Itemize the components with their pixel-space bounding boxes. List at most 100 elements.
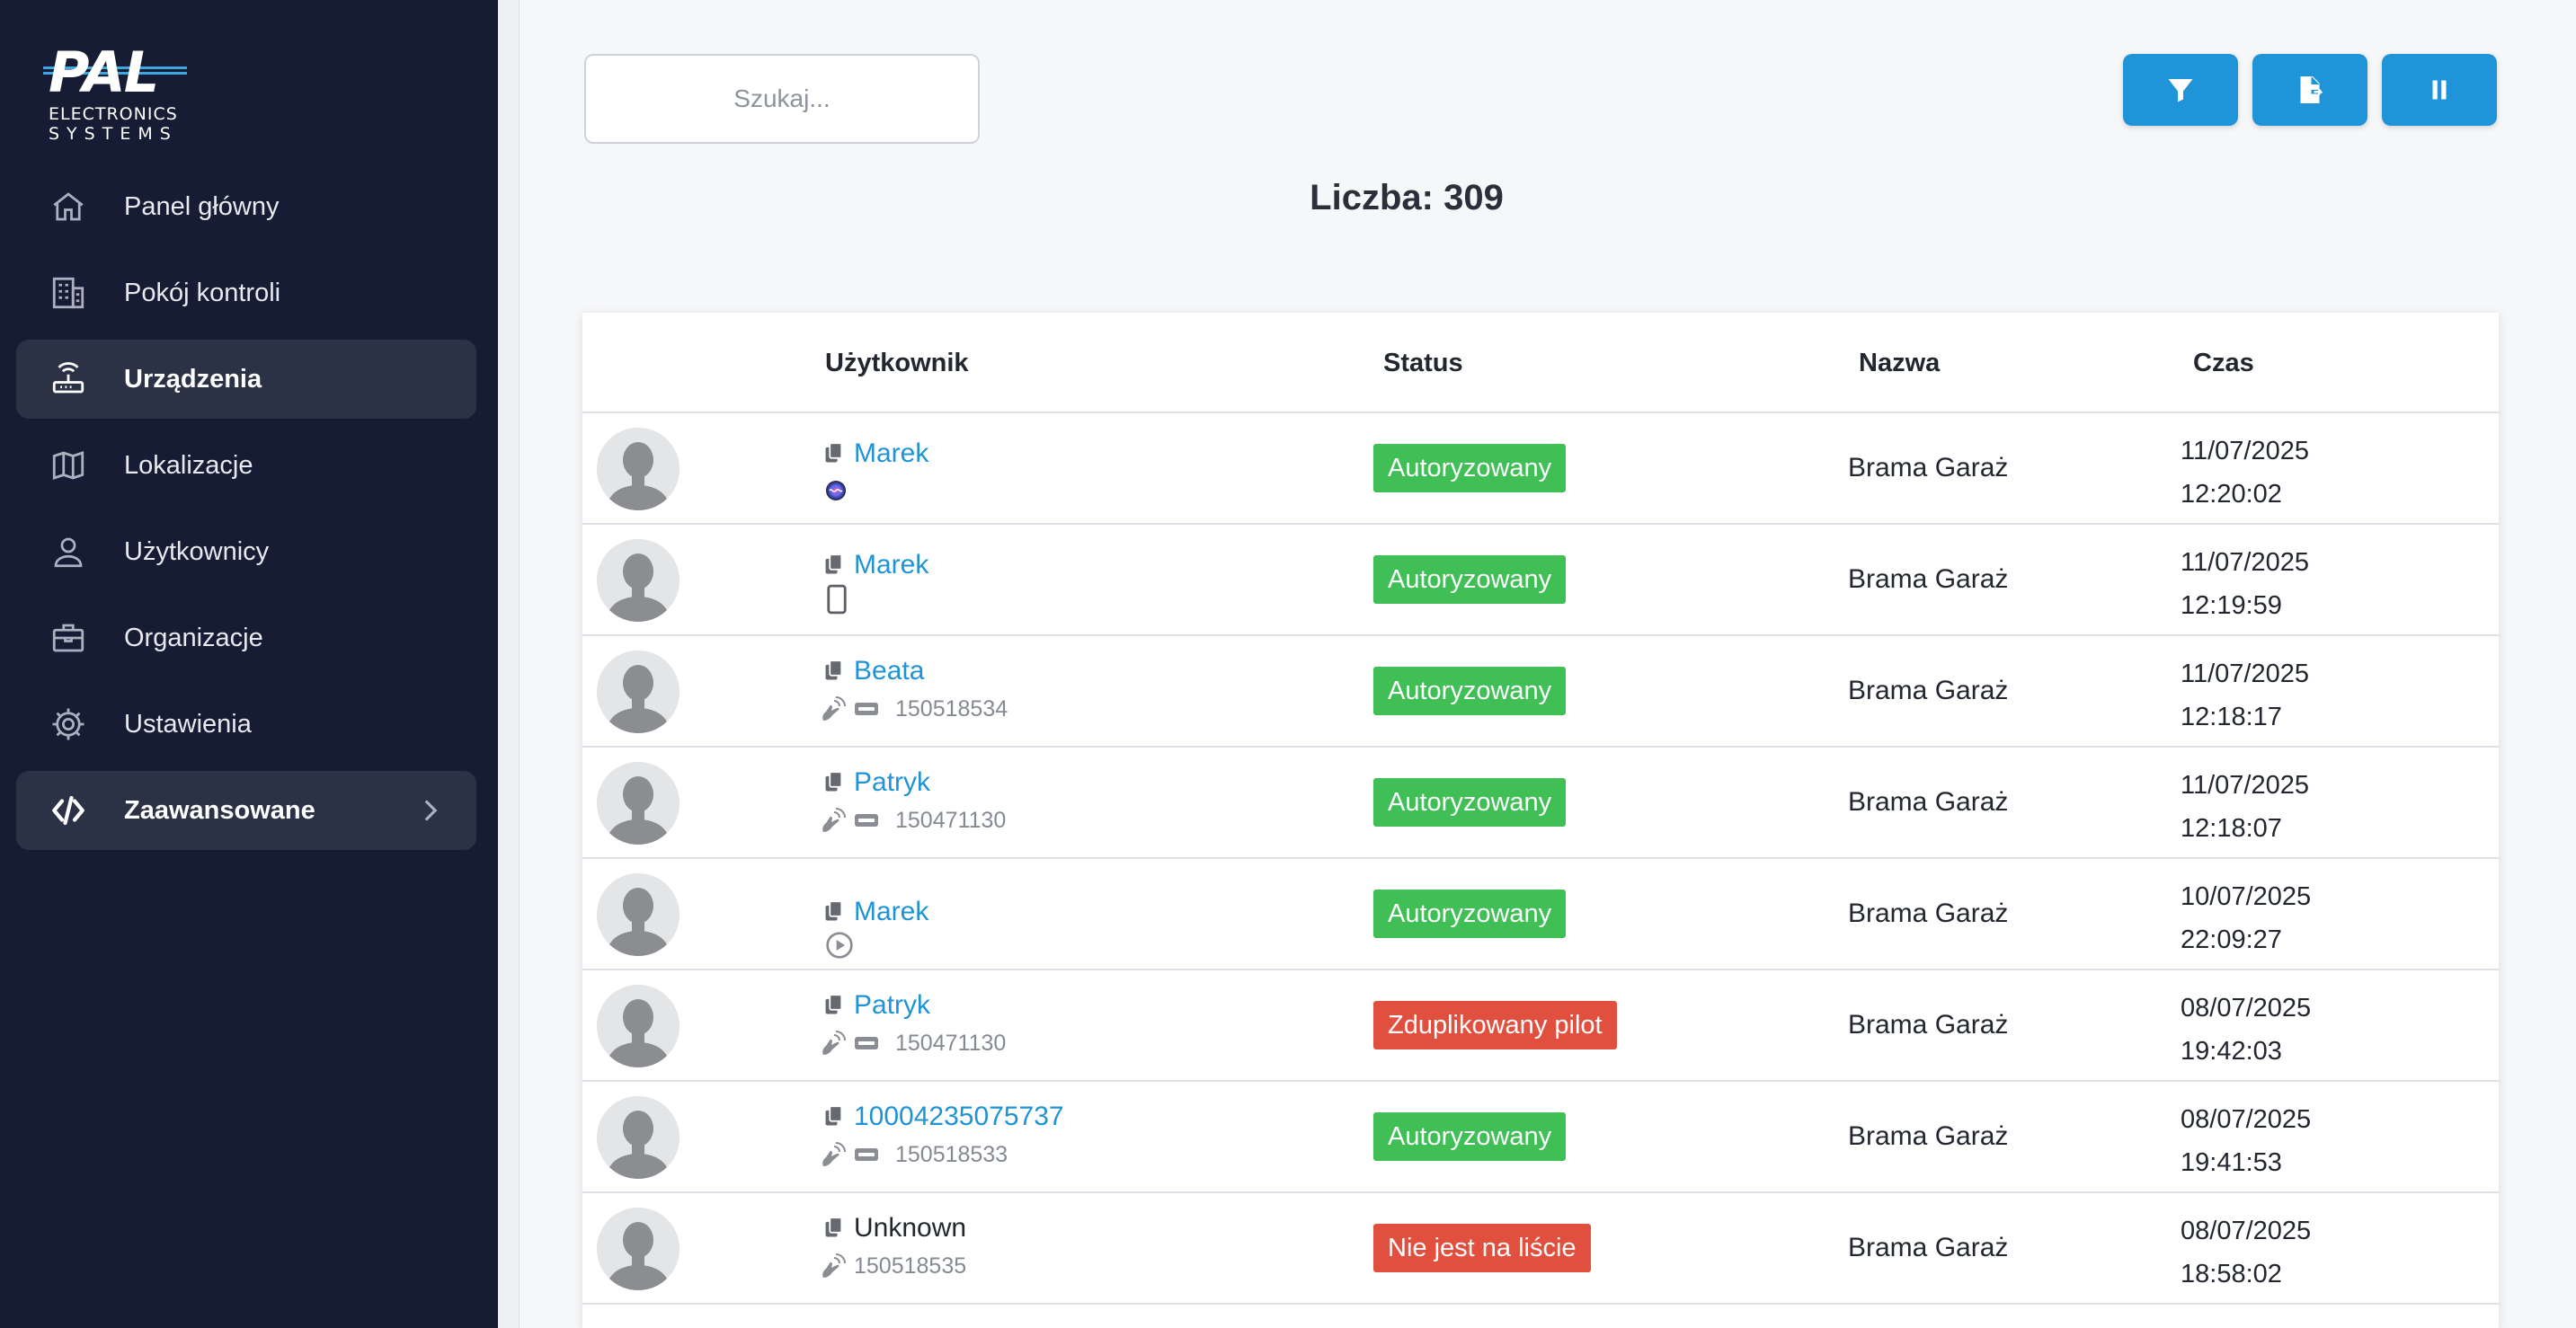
copy-icon[interactable]	[823, 1105, 845, 1129]
map-icon	[49, 446, 88, 485]
event-time: 11/07/2025 12:20:02	[2181, 429, 2309, 516]
event-time: 10/07/2025 22:09:27	[2181, 875, 2311, 961]
avatar	[597, 428, 680, 510]
user-link[interactable]: Marek	[854, 897, 928, 927]
table-row[interactable]: 10004235075737 150518533 Autoryzowany Brama…	[582, 1082, 2499, 1193]
column-header-user[interactable]: Użytkownik	[825, 349, 969, 378]
sidebar-item-label: Zaawansowane	[124, 795, 315, 825]
status-badge: Nie jest na liście	[1373, 1224, 1591, 1272]
router-icon	[49, 359, 88, 399]
event-date: 08/07/2025	[2181, 1217, 2312, 1245]
table-row[interactable]: Marek Autoryzowany Brama Garaż 11/07/2025 12…	[582, 525, 2499, 636]
copy-icon[interactable]	[823, 1217, 845, 1240]
device-name: Brama Garaż	[1848, 1121, 2009, 1151]
remote-serial: 150518535	[854, 1253, 967, 1279]
avatar	[597, 651, 680, 733]
export-button[interactable]	[2252, 54, 2367, 126]
search-input[interactable]	[584, 54, 980, 144]
user-cell: Beata	[823, 656, 924, 686]
user-icon	[49, 532, 88, 571]
play-icon	[826, 932, 853, 959]
sidebar-item-label: Lokalizacje	[124, 450, 253, 480]
sidebar: PAL ELECTRONICS SYSTEMS Panel główny Pok…	[0, 0, 498, 1328]
table-row[interactable]: Beata 150518534 Autoryzowany Brama Garaż 11/…	[582, 636, 2499, 748]
device-name: Brama Garaż	[1848, 1010, 2009, 1040]
pause-button[interactable]	[2382, 54, 2497, 126]
sidebar-item-organizations[interactable]: Organizacje	[16, 598, 476, 677]
table-row[interactable]: Patryk 150471130 Zduplikowany pilot Brama G…	[582, 970, 2499, 1082]
event-date: 11/07/2025	[2181, 548, 2309, 577]
export-icon	[2300, 76, 2323, 103]
status-badge: Autoryzowany	[1373, 1112, 1567, 1161]
source-info	[818, 931, 859, 960]
remote-icon	[822, 1031, 846, 1055]
device-name: Brama Garaż	[1848, 676, 2009, 705]
event-time: 11/07/2025 12:19:59	[2181, 541, 2309, 627]
user-link[interactable]: Marek	[854, 550, 928, 580]
remote-serial: 150518533	[895, 1141, 1008, 1167]
sidebar-item-advanced[interactable]: Zaawansowane	[16, 771, 476, 850]
device-name: Brama Garaż	[1848, 787, 2009, 817]
user-link[interactable]: Marek	[854, 438, 928, 469]
card-icon	[855, 814, 878, 827]
event-clock: 12:19:59	[2181, 591, 2282, 620]
device-name: Brama Garaż	[1848, 899, 2009, 928]
source-info: 150471130	[818, 1028, 1006, 1058]
device-name: Brama Garaż	[1848, 564, 2009, 594]
avatar	[597, 1208, 680, 1290]
code-icon	[49, 791, 88, 830]
avatar	[597, 873, 680, 956]
pal-logo[interactable]: PAL ELECTRONICS SYSTEMS	[43, 40, 196, 147]
filter-button[interactable]	[2123, 54, 2238, 126]
filter-icon	[2168, 79, 2193, 102]
sidebar-item-devices[interactable]: Urządzenia	[16, 340, 476, 419]
column-header-name[interactable]: Nazwa	[1859, 349, 1940, 378]
briefcase-icon	[49, 618, 88, 658]
user-link[interactable]: Patryk	[854, 990, 930, 1021]
event-time: 11/07/2025 12:18:07	[2181, 764, 2309, 850]
user-link[interactable]: 10004235075737	[854, 1102, 1064, 1132]
logo-line1: ELECTRONICS	[49, 104, 178, 124]
table-row[interactable]: Patryk 150471130 Autoryzowany Brama Garaż 11…	[582, 748, 2499, 859]
table-row[interactable]: Marek Autoryzowany Brama Garaż 10/07/2025 22…	[582, 859, 2499, 970]
user-link[interactable]: Patryk	[854, 767, 930, 798]
copy-icon[interactable]	[823, 442, 845, 465]
gear-icon	[49, 704, 88, 744]
chevron-right-icon	[424, 800, 438, 821]
table-row[interactable]: Unknown 150518535 Nie jest na liście Brama …	[582, 1193, 2499, 1305]
logo-line2: SYSTEMS	[49, 124, 178, 144]
event-clock: 19:42:03	[2181, 1037, 2282, 1066]
user-cell: 10004235075737	[823, 1102, 1064, 1132]
content-divider	[498, 0, 520, 1328]
sidebar-item-locations[interactable]: Lokalizacje	[16, 426, 476, 505]
copy-icon[interactable]	[823, 994, 845, 1017]
pause-icon	[2432, 80, 2447, 100]
table-body: Marek Autoryzowany Brama Garaż 11/07/2025 12…	[582, 413, 2499, 1305]
status-badge: Autoryzowany	[1373, 444, 1567, 492]
table-header: Użytkownik Status Nazwa Czas	[582, 313, 2499, 413]
column-header-status[interactable]: Status	[1383, 349, 1463, 378]
event-date: 11/07/2025	[2181, 660, 2309, 688]
event-clock: 18:58:02	[2181, 1260, 2282, 1288]
user-link[interactable]: Beata	[854, 656, 924, 686]
column-header-time[interactable]: Czas	[2193, 349, 2254, 378]
avatar	[597, 539, 680, 622]
event-clock: 22:09:27	[2181, 925, 2282, 954]
sidebar-item-panel[interactable]: Panel główny	[16, 167, 476, 246]
status-badge: Autoryzowany	[1373, 778, 1567, 827]
source-info	[818, 584, 854, 615]
copy-icon[interactable]	[823, 771, 845, 794]
sidebar-nav: Panel główny Pokój kontroli Urządzenia L…	[16, 167, 476, 857]
event-count: Liczba: 309	[1310, 178, 1504, 217]
copy-icon[interactable]	[823, 900, 845, 924]
sidebar-item-control-room[interactable]: Pokój kontroli	[16, 253, 476, 332]
event-time: 11/07/2025 12:18:17	[2181, 652, 2309, 739]
copy-icon[interactable]	[823, 553, 845, 577]
sidebar-item-users[interactable]: Użytkownicy	[16, 512, 476, 591]
table-row[interactable]: Marek Autoryzowany Brama Garaż 11/07/2025 12…	[582, 413, 2499, 525]
sidebar-item-settings[interactable]: Ustawienia	[16, 685, 476, 764]
event-clock: 12:18:17	[2181, 703, 2282, 731]
event-time: 08/07/2025 19:41:53	[2181, 1098, 2311, 1184]
events-table: Użytkownik Status Nazwa Czas Marek Autory…	[582, 313, 2499, 1328]
copy-icon[interactable]	[823, 660, 845, 683]
